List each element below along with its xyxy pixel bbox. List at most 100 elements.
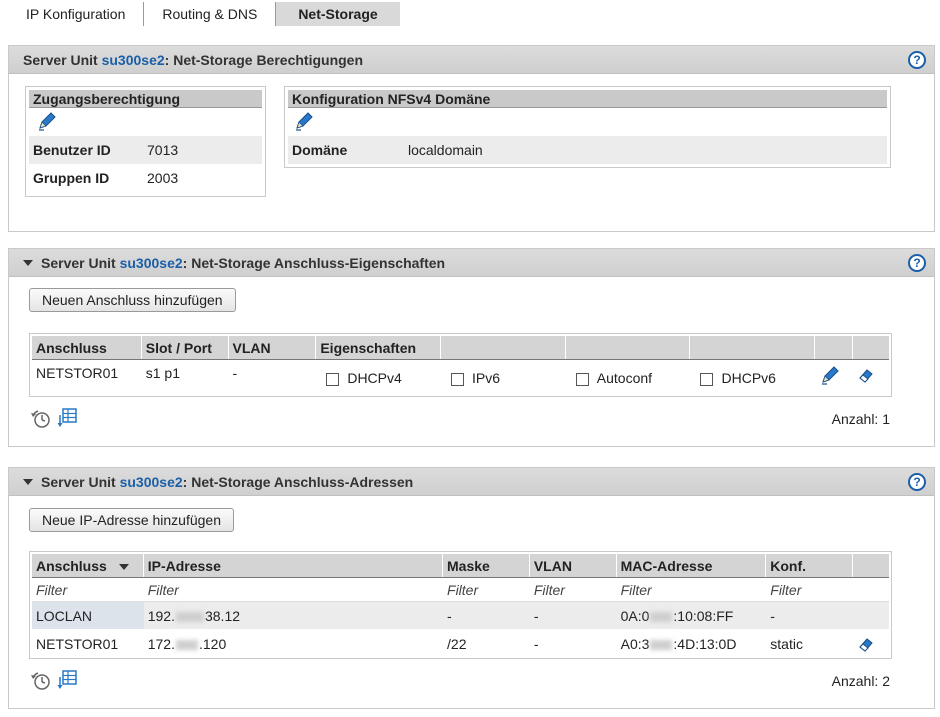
edit-pencil-icon[interactable] xyxy=(819,364,841,386)
table-row[interactable]: NETSTOR01 172. .120 /22 - A0:3:4D:13:0D s… xyxy=(32,630,889,658)
ip-part: 172. xyxy=(147,636,175,652)
cell-autoconf: Autoconf xyxy=(566,360,691,396)
col-blank xyxy=(853,336,889,359)
panel-anschluss-eigenschaften: Server Unit su300se2: Net-Storage Anschl… xyxy=(8,248,935,447)
gruppen-id-label: Gruppen ID xyxy=(33,170,110,186)
table-row[interactable]: LOCLAN 192. 38.12 - - 0A:0:10:08:FF - xyxy=(32,602,889,630)
table-export-icon[interactable] xyxy=(57,669,77,691)
col-blank xyxy=(566,336,691,359)
dhcpv4-checkbox[interactable] xyxy=(326,372,340,386)
ipv6-label: IPv6 xyxy=(472,370,501,386)
autoconf-checkbox[interactable] xyxy=(575,372,589,386)
sort-desc-icon[interactable] xyxy=(118,564,129,571)
filter-vlan[interactable]: Filter xyxy=(529,578,617,602)
cell-blank xyxy=(853,602,889,629)
table-tools xyxy=(29,669,77,691)
cell-vlan: - xyxy=(533,636,539,652)
server-unit-link[interactable]: su300se2 xyxy=(120,474,183,490)
help-icon[interactable]: ? xyxy=(908,254,926,272)
history-icon[interactable] xyxy=(29,407,53,429)
cell-ip-adresse: 172. .120 xyxy=(144,630,443,658)
edit-pencil-icon[interactable] xyxy=(293,110,315,132)
dhcpv4-label: DHCPv4 xyxy=(347,370,402,386)
cell-ipv6: IPv6 xyxy=(441,360,566,396)
benutzer-id-row: Benutzer ID 7013 xyxy=(29,136,262,164)
server-unit-link[interactable]: su300se2 xyxy=(120,255,183,271)
col-mac-adresse[interactable]: MAC-Adresse xyxy=(617,554,767,577)
anschluss-adressen-table: Anschluss IP-Adresse Maske VLAN MAC-Adre… xyxy=(29,551,892,659)
tab-routing-dns[interactable]: Routing & DNS xyxy=(143,2,275,26)
col-ip-adresse[interactable]: IP-Adresse xyxy=(144,554,444,577)
anzahl-count: Anzahl: 1 xyxy=(831,411,890,427)
ipv6-checkbox[interactable] xyxy=(451,372,465,386)
col-maske[interactable]: Maske xyxy=(443,554,530,577)
col-anschluss[interactable]: Anschluss xyxy=(32,336,142,359)
col-eigenschaften[interactable]: Eigenschaften xyxy=(316,336,442,359)
cell-vlan: - xyxy=(232,365,238,381)
edit-pencil-icon[interactable] xyxy=(36,110,58,132)
cell-anschluss: LOCLAN xyxy=(32,602,144,629)
col-anschluss-label: Anschluss xyxy=(36,558,107,574)
tab-net-storage[interactable]: Net-Storage xyxy=(275,2,400,26)
cell-mac-adresse: 0A:0:10:08:FF xyxy=(617,602,767,629)
eraser-icon[interactable] xyxy=(857,366,875,384)
server-unit-prefix: Server Unit xyxy=(41,474,116,490)
add-anschluss-button[interactable]: Neuen Anschluss hinzufügen xyxy=(29,288,236,312)
col-vlan[interactable]: VLAN xyxy=(229,336,317,359)
cell-konf: - xyxy=(770,608,775,624)
gruppen-id-row: Gruppen ID 2003 xyxy=(29,164,262,192)
collapse-triangle-icon[interactable] xyxy=(23,479,33,486)
cell-anschluss: NETSTOR01 xyxy=(36,636,119,652)
cell-vlan: - xyxy=(533,608,539,624)
zugangsberechtigung-box: Zugangsberechtigung Benutzer ID 7013 Gru… xyxy=(25,86,266,197)
add-ip-address-button[interactable]: Neue IP-Adresse hinzufügen xyxy=(29,508,234,532)
cell-delete xyxy=(853,360,889,396)
gruppen-id-value: 2003 xyxy=(147,170,179,186)
col-konf[interactable]: Konf. xyxy=(766,554,854,577)
redacted-blur xyxy=(650,612,673,623)
table-header: Anschluss Slot / Port VLAN Eigenschaften xyxy=(32,336,889,360)
panel-berechtigungen-header: Server Unit su300se2: Net-Storage Berech… xyxy=(9,46,934,74)
mac-part: A0:3 xyxy=(620,636,650,652)
help-icon[interactable]: ? xyxy=(908,51,926,69)
table-header: Anschluss IP-Adresse Maske VLAN MAC-Adre… xyxy=(32,554,889,578)
anzahl-count: Anzahl: 2 xyxy=(831,673,890,689)
benutzer-id-value: 7013 xyxy=(147,142,179,158)
cell-dhcpv4: DHCPv4 xyxy=(316,360,441,396)
dhcpv6-checkbox[interactable] xyxy=(700,372,714,386)
filter-maske[interactable]: Filter xyxy=(443,578,530,602)
col-vlan[interactable]: VLAN xyxy=(530,554,617,577)
ip-part: 38.12 xyxy=(204,608,241,624)
table-row: NETSTOR01 s1 p1 - DHCPv4 IPv6 Autoconf D… xyxy=(32,360,889,396)
filter-mac-adresse[interactable]: Filter xyxy=(616,578,767,602)
panel-title: : Net-Storage Anschluss-Adressen xyxy=(182,474,414,490)
col-anschluss[interactable]: Anschluss xyxy=(32,554,144,577)
panel-anschluss-adressen: Server Unit su300se2: Net-Storage Anschl… xyxy=(8,467,935,709)
tab-ip-konfiguration[interactable]: IP Konfiguration xyxy=(8,2,143,26)
panel-adressen-header: Server Unit su300se2: Net-Storage Anschl… xyxy=(9,468,934,496)
dhcpv6-label: DHCPv6 xyxy=(721,370,776,386)
filter-anschluss[interactable]: Filter xyxy=(32,578,144,602)
mac-part: 0A:0 xyxy=(620,608,650,624)
domaene-label: Domäne xyxy=(292,142,348,158)
cell-konf: static xyxy=(770,636,803,652)
cell-ip-adresse: 192. 38.12 xyxy=(144,602,443,629)
cell-maske: - xyxy=(447,608,452,624)
help-icon[interactable]: ? xyxy=(908,473,926,491)
panel-eigenschaften-header: Server Unit su300se2: Net-Storage Anschl… xyxy=(9,249,934,277)
eraser-icon[interactable] xyxy=(857,635,875,653)
col-slot-port[interactable]: Slot / Port xyxy=(142,336,229,359)
collapse-triangle-icon[interactable] xyxy=(23,260,33,267)
filter-ip-adresse[interactable]: Filter xyxy=(143,578,444,602)
cell-anschluss: NETSTOR01 xyxy=(36,365,119,381)
table-export-icon[interactable] xyxy=(57,407,77,429)
anschluss-eigenschaften-table: Anschluss Slot / Port VLAN Eigenschaften… xyxy=(29,333,892,397)
server-unit-prefix: Server Unit xyxy=(41,255,116,271)
server-unit-link[interactable]: su300se2 xyxy=(102,52,165,68)
panel-title: : Net-Storage Berechtigungen xyxy=(164,52,364,68)
history-icon[interactable] xyxy=(29,669,53,691)
nfsv4-domain-box: Konfiguration NFSv4 Domäne Domäne locald… xyxy=(284,86,891,168)
panel-title: : Net-Storage Anschluss-Eigenschaften xyxy=(182,255,446,271)
filter-konf[interactable]: Filter xyxy=(766,578,854,602)
tab-bar: IP Konfiguration Routing & DNS Net-Stora… xyxy=(8,2,400,28)
